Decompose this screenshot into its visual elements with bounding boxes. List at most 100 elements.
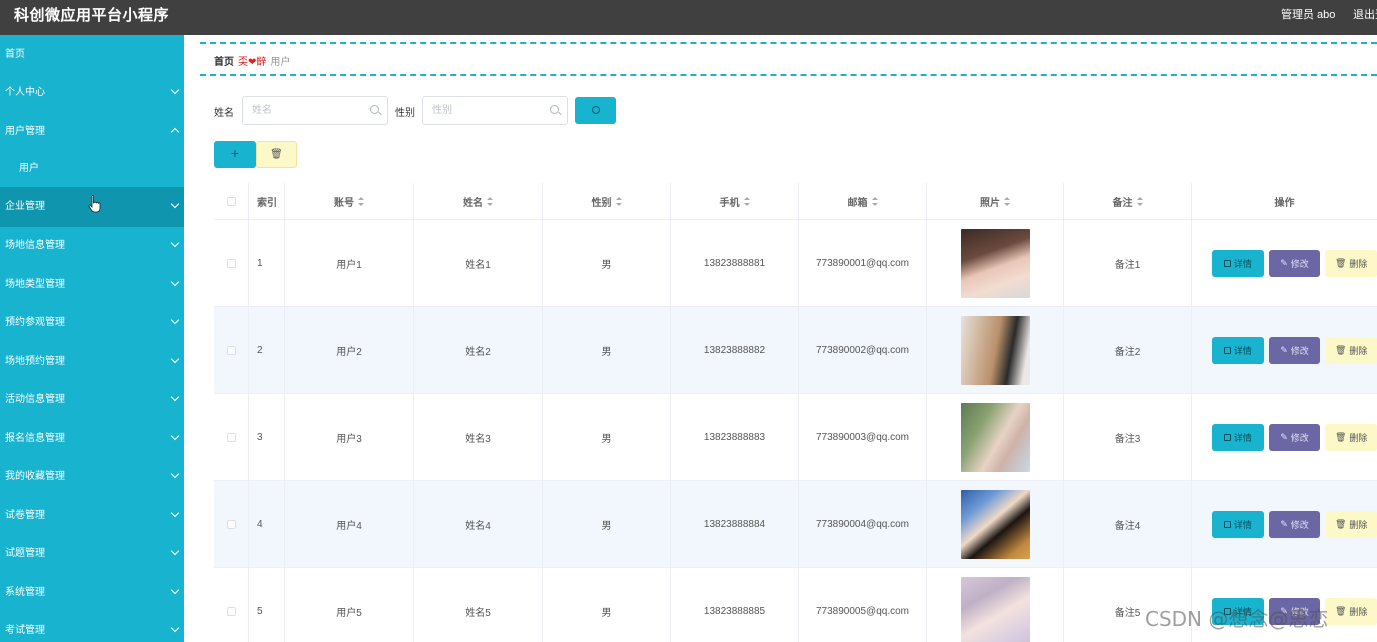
- gender-search-field[interactable]: [422, 96, 568, 125]
- logout-link[interactable]: 退出登录: [1353, 6, 1377, 22]
- cell-account: 用户3: [285, 394, 414, 480]
- user-photo[interactable]: [960, 576, 1030, 642]
- chevron-down-icon: [170, 420, 180, 459]
- cell-name: 姓名5: [414, 568, 543, 642]
- header-account[interactable]: 账号: [285, 183, 414, 219]
- pencil-icon: ✎: [1280, 518, 1288, 529]
- chevron-down-icon: [170, 227, 180, 266]
- header-photo[interactable]: 照片: [927, 183, 1064, 219]
- detail-button[interactable]: 详情: [1212, 249, 1264, 277]
- user-photo[interactable]: [960, 489, 1030, 559]
- sidebar-item-visit-booking[interactable]: 预约参观管理: [0, 304, 184, 343]
- cell-phone: 13823888884: [671, 481, 799, 567]
- row-checkbox[interactable]: [226, 258, 236, 268]
- delete-button[interactable]: 🗑 删除: [1325, 423, 1377, 451]
- select-all-checkbox[interactable]: [226, 196, 236, 206]
- edit-button[interactable]: ✎ 修改: [1268, 249, 1321, 277]
- gender-search-input[interactable]: [423, 97, 567, 124]
- sidebar-item-favorites[interactable]: 我的收藏管理: [0, 458, 184, 497]
- cell-phone: 13823888882: [671, 307, 799, 393]
- sidebar-item-venue-booking[interactable]: 场地预约管理: [0, 343, 184, 382]
- sort-icon[interactable]: [871, 196, 878, 206]
- chevron-down-icon: [170, 187, 180, 227]
- cell-email: 773890001@qq.com: [799, 220, 927, 306]
- chevron-down-icon: [170, 574, 180, 613]
- document-icon: [1223, 433, 1231, 441]
- add-button[interactable]: +: [214, 141, 256, 168]
- cell-name: 姓名3: [414, 394, 543, 480]
- delete-button[interactable]: 🗑 删除: [1325, 510, 1377, 538]
- sidebar-item-venue-type[interactable]: 场地类型管理: [0, 266, 184, 305]
- sidebar-item-venue-info[interactable]: 场地信息管理: [0, 227, 184, 266]
- user-photo[interactable]: [960, 402, 1030, 472]
- user-photo[interactable]: [960, 228, 1030, 298]
- app-title: 科创微应用平台小程序: [14, 7, 170, 24]
- header-note[interactable]: 备注: [1064, 183, 1192, 219]
- delete-button[interactable]: 🗑 删除: [1325, 336, 1377, 364]
- sidebar-item-personal-center[interactable]: 个人中心: [0, 74, 184, 113]
- cell-index: 2: [249, 307, 285, 393]
- sidebar-item-activity-info[interactable]: 活动信息管理: [0, 381, 184, 420]
- edit-button[interactable]: ✎ 修改: [1268, 336, 1321, 364]
- sidebar-item-home[interactable]: 首页: [0, 35, 184, 74]
- row-checkbox[interactable]: [226, 606, 236, 616]
- sort-icon[interactable]: [615, 196, 622, 206]
- detail-button[interactable]: 详情: [1212, 336, 1264, 364]
- cell-email: 773890004@qq.com: [799, 481, 927, 567]
- cell-note: 备注1: [1064, 220, 1192, 306]
- batch-delete-button[interactable]: 🗑: [256, 141, 297, 168]
- row-actions: 详情 ✎ 修改 🗑 删除: [1192, 394, 1377, 480]
- cell-phone: 13823888883: [671, 394, 799, 480]
- sort-icon[interactable]: [743, 196, 750, 206]
- sidebar-subitem-users[interactable]: 用户: [0, 151, 184, 187]
- search-icon: [592, 106, 600, 114]
- sidebar-item-exams[interactable]: 考试管理: [0, 612, 184, 642]
- sidebar-item-questions[interactable]: 试题管理: [0, 535, 184, 574]
- chevron-up-icon: [170, 113, 180, 152]
- name-search-input[interactable]: [243, 97, 387, 124]
- detail-button[interactable]: 详情: [1212, 423, 1264, 451]
- sidebar-item-user-management[interactable]: 用户管理: [0, 113, 184, 152]
- chevron-down-icon: [170, 612, 180, 642]
- row-actions: 详情 ✎ 修改 🗑 删除: [1192, 481, 1377, 567]
- trash-icon: 🗑: [1334, 344, 1347, 355]
- user-photo[interactable]: [960, 315, 1030, 385]
- header-phone[interactable]: 手机: [671, 183, 799, 219]
- breadcrumb-bar: 首页 奀❤辥 用户: [200, 42, 1377, 76]
- cell-account: 用户1: [285, 220, 414, 306]
- header-email[interactable]: 邮箱: [799, 183, 927, 219]
- sort-icon[interactable]: [1004, 196, 1010, 206]
- document-icon: [1223, 520, 1231, 528]
- cell-index: 3: [249, 394, 285, 480]
- breadcrumb-home[interactable]: 首页: [214, 57, 234, 68]
- table-row: 1 用户1 姓名1 男 13823888881 773890001@qq.com…: [214, 220, 1377, 307]
- header-gender[interactable]: 性别: [543, 183, 671, 219]
- delete-button[interactable]: 🗑 删除: [1325, 597, 1377, 625]
- cell-email: 773890002@qq.com: [799, 307, 927, 393]
- cell-gender: 男: [543, 568, 671, 642]
- edit-button[interactable]: ✎ 修改: [1268, 510, 1321, 538]
- cell-note: 备注4: [1064, 481, 1192, 567]
- row-checkbox[interactable]: [226, 432, 236, 442]
- sort-icon[interactable]: [1136, 196, 1143, 206]
- delete-button[interactable]: 🗑 删除: [1325, 249, 1377, 277]
- cell-account: 用户2: [285, 307, 414, 393]
- cell-account: 用户5: [285, 568, 414, 642]
- watermark: CSDN @想念@思恋: [1145, 607, 1329, 631]
- search-button[interactable]: [575, 97, 616, 124]
- detail-button[interactable]: 详情: [1212, 510, 1264, 538]
- user-table: 索引 账号 姓名 性别 手机 邮箱 照片 备注 操作 1 用户1 姓名1 男 1…: [214, 183, 1377, 642]
- chevron-down-icon: [170, 535, 180, 574]
- sort-icon[interactable]: [358, 196, 364, 206]
- sidebar-item-system[interactable]: 系统管理: [0, 574, 184, 613]
- header-index: 索引: [249, 183, 285, 219]
- header-name[interactable]: 姓名: [414, 183, 543, 219]
- sort-icon[interactable]: [487, 196, 493, 206]
- search-icon: [550, 105, 559, 114]
- sidebar-item-papers[interactable]: 试卷管理: [0, 497, 184, 536]
- row-checkbox[interactable]: [226, 519, 236, 529]
- row-checkbox[interactable]: [226, 345, 236, 355]
- name-search-field[interactable]: [242, 96, 388, 125]
- edit-button[interactable]: ✎ 修改: [1268, 423, 1321, 451]
- sidebar-item-signup-info[interactable]: 报名信息管理: [0, 420, 184, 459]
